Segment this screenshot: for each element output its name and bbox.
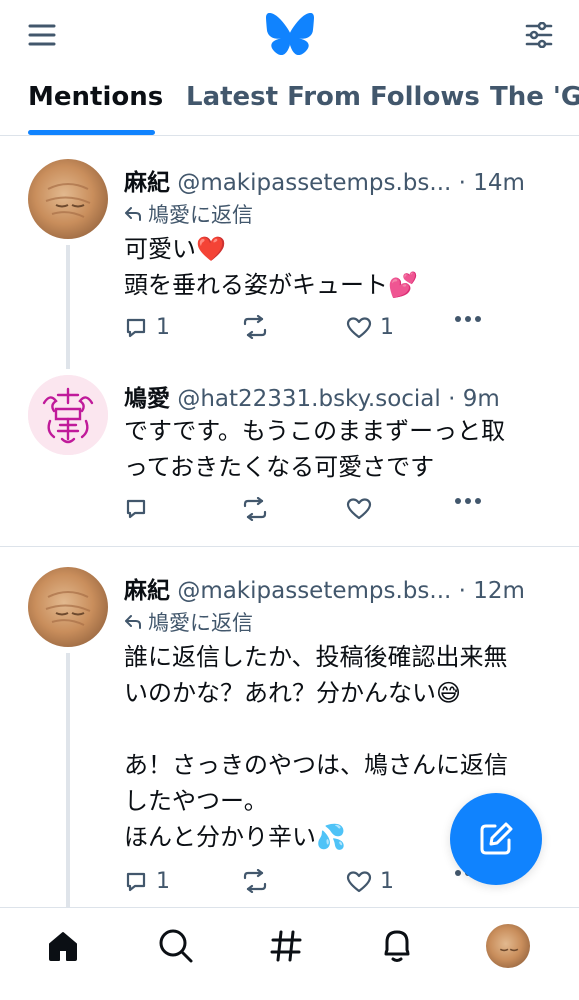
- post-time[interactable]: 12m: [473, 578, 525, 604]
- post-header: 麻紀 @makipassetemps.bs... · 12m: [124, 578, 525, 604]
- post-text-line: 頭を垂れる姿がキュート💕: [124, 271, 418, 299]
- reply-arrow-icon: [125, 615, 141, 629]
- repost-icon: [243, 497, 267, 521]
- hamburger-menu-icon[interactable]: [22, 18, 62, 52]
- author-handle[interactable]: @makipassetemps.bs...: [177, 170, 451, 196]
- reply-icon: [126, 872, 146, 891]
- bottom-nav: [0, 907, 579, 1000]
- heart-icon: [346, 498, 372, 520]
- reply-icon: [126, 318, 146, 337]
- reply-to-text: 鳩愛に返信: [148, 203, 253, 227]
- tab-latest-from-follows[interactable]: Latest From Follows: [186, 82, 480, 112]
- reply-to-label[interactable]: 鳩愛に返信: [124, 607, 253, 637]
- butterfly-logo[interactable]: [262, 10, 318, 58]
- post-text-line: [124, 711, 553, 747]
- reply-count: 1: [156, 315, 170, 340]
- search-icon[interactable]: [152, 922, 200, 970]
- compose-button[interactable]: [450, 793, 542, 885]
- repost-icon: [243, 869, 267, 893]
- like-button[interactable]: [346, 497, 380, 521]
- heart-icon: [346, 316, 372, 338]
- post-text: 可愛い❤️ 頭を垂れる姿がキュート💕: [124, 231, 553, 303]
- active-tab-indicator: [28, 130, 155, 135]
- avatar[interactable]: [28, 567, 108, 647]
- post-divider: [0, 546, 579, 547]
- like-button[interactable]: 1: [346, 315, 394, 340]
- avatar[interactable]: [28, 159, 108, 239]
- reply-count: 1: [156, 869, 170, 894]
- post-text-line: 可愛い❤️: [124, 235, 226, 263]
- compose-icon: [480, 822, 513, 855]
- author-name[interactable]: 麻紀: [124, 170, 170, 196]
- post-header: 麻紀 @makipassetemps.bs... · 14m: [124, 170, 525, 196]
- author-name[interactable]: 麻紀: [124, 578, 170, 604]
- tab-mentions[interactable]: Mentions: [28, 82, 163, 112]
- more-options-button[interactable]: [454, 315, 482, 323]
- reply-to-text: 鳩愛に返信: [148, 611, 253, 635]
- reply-button[interactable]: 1: [124, 315, 170, 340]
- author-handle[interactable]: @makipassetemps.bs...: [177, 578, 451, 604]
- like-count: 1: [380, 315, 394, 340]
- profile-avatar[interactable]: [484, 922, 532, 970]
- heart-icon: [346, 870, 372, 892]
- notifications-icon[interactable]: [373, 922, 421, 970]
- top-bar: [0, 0, 579, 70]
- ellipsis-icon: [455, 498, 481, 504]
- post-text-line: ですです。もうこのままずーっと取: [124, 417, 506, 445]
- reply-button[interactable]: 1: [124, 869, 170, 894]
- post-time[interactable]: 14m: [473, 170, 525, 196]
- author-name[interactable]: 鳩愛: [124, 386, 170, 412]
- post-text-line: 誰に返信したか、投稿後確認出来無: [124, 643, 508, 671]
- like-count: 1: [380, 869, 394, 894]
- repost-button[interactable]: [240, 497, 278, 521]
- like-button[interactable]: 1: [346, 869, 394, 894]
- reply-to-label[interactable]: 鳩愛に返信: [124, 199, 253, 229]
- tab-the-g[interactable]: The 'G: [490, 82, 579, 112]
- thread-line: [66, 245, 70, 369]
- reply-icon: [126, 499, 146, 519]
- post-text-line: っておきたくなる可愛さです: [124, 453, 435, 481]
- post-text-line: いのかな？あれ？分かんない😅: [124, 679, 462, 707]
- post-time[interactable]: 9m: [463, 386, 500, 412]
- sliders-icon[interactable]: [518, 16, 560, 54]
- repost-button[interactable]: [240, 869, 278, 893]
- feed[interactable]: 麻紀 @makipassetemps.bs... · 14m 鳩愛に返信 可愛い…: [0, 137, 579, 907]
- repost-icon: [243, 315, 267, 339]
- post-actions: 1 1: [124, 315, 494, 351]
- home-icon[interactable]: [39, 922, 87, 970]
- reply-arrow-icon: [125, 207, 141, 221]
- post-header: 鳩愛 @hat22331.bsky.social · 9m: [124, 386, 500, 412]
- repost-button[interactable]: [240, 315, 278, 339]
- avatar[interactable]: [28, 375, 108, 455]
- feed-tabs: Mentions Latest From Follows The 'G: [0, 70, 579, 136]
- hashtag-icon[interactable]: [262, 922, 310, 970]
- thread-line: [66, 653, 70, 907]
- more-options-button[interactable]: [454, 497, 482, 505]
- author-handle[interactable]: @hat22331.bsky.social: [177, 386, 440, 412]
- post-text-line: あ！さっきのやつは、鳩さんに返信: [124, 751, 508, 779]
- post-actions: 1 1: [124, 869, 494, 905]
- post-text: ですです。もうこのままずーっと取 っておきたくなる可愛さです: [124, 413, 553, 485]
- post-actions: [124, 497, 494, 533]
- ellipsis-icon: [455, 316, 481, 322]
- reply-button[interactable]: [124, 497, 156, 521]
